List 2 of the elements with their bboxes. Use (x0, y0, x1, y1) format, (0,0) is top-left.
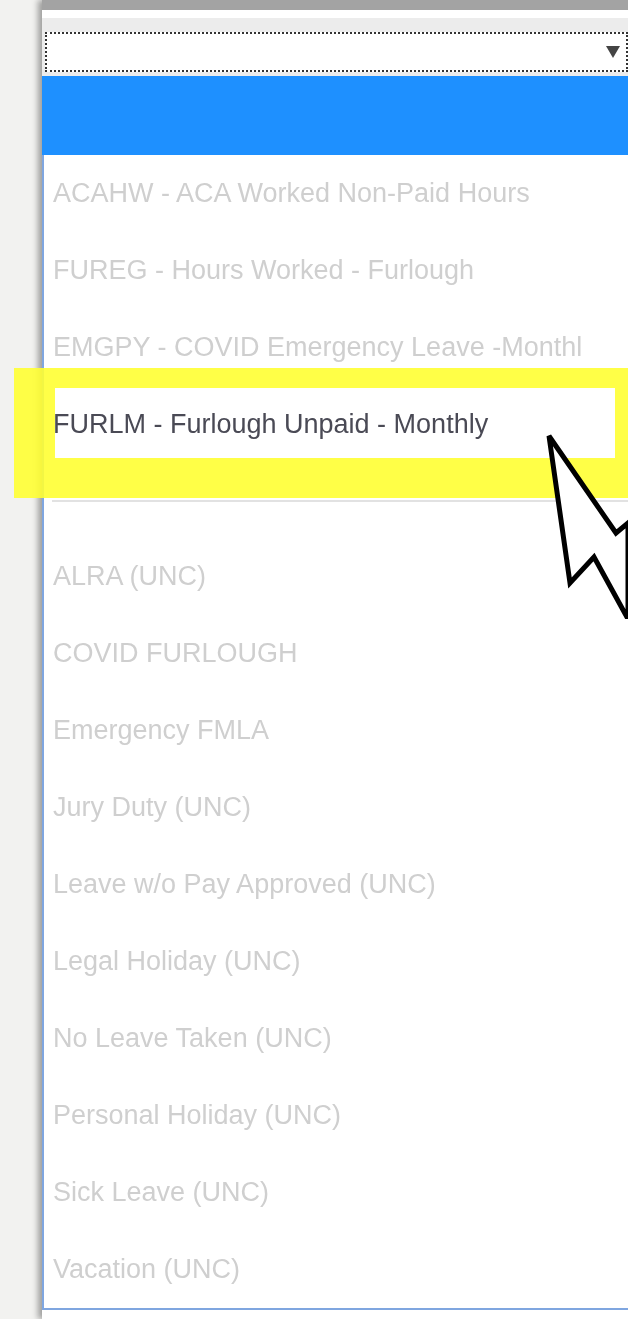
select-field[interactable] (45, 32, 628, 72)
dropdown-arrow-icon (606, 46, 620, 58)
